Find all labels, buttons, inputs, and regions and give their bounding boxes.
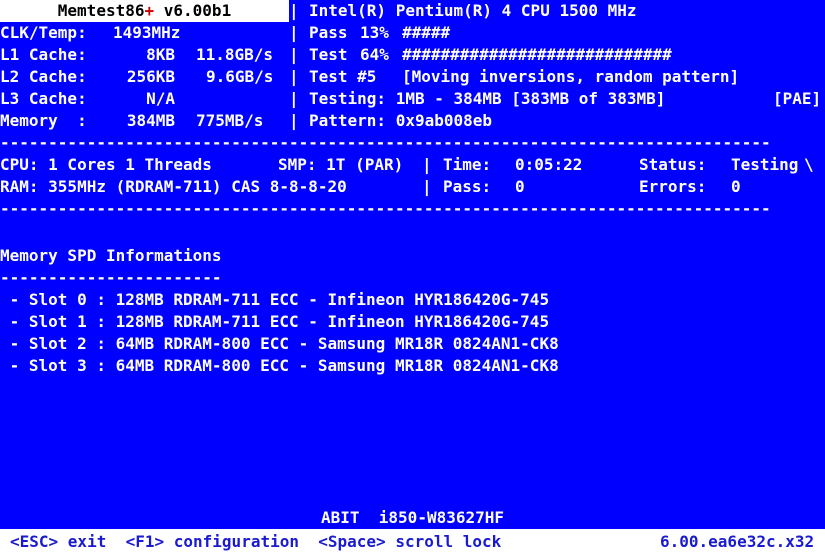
motherboard-info: ABIT i850-W83627HF bbox=[320, 508, 505, 527]
memory-label: Memory : bbox=[0, 111, 87, 130]
test-progress-label: Test bbox=[309, 45, 348, 64]
spd-slot-row: - Slot 3 : 64MB RDRAM-800 ECC - Samsung … bbox=[0, 356, 559, 375]
divider-bottom: ----------------------------------------… bbox=[0, 199, 771, 218]
elapsed-time-value: 0:05:22 bbox=[515, 155, 583, 174]
status-label: Status: bbox=[639, 155, 707, 174]
footer-bar: <ESC> exit <F1> configuration <Space> sc… bbox=[0, 529, 825, 557]
memtest-screen: Memtest86+ v6.00b1 | Intel(R) Pentium(R)… bbox=[0, 0, 825, 557]
row-separator-7: | bbox=[422, 155, 432, 174]
pass-count-value: 0 bbox=[515, 177, 525, 196]
spd-slot-row: - Slot 2 : 64MB RDRAM-800 ECC - Samsung … bbox=[0, 334, 559, 353]
spd-slot-row: - Slot 1 : 128MB RDRAM-711 ECC - Infineo… bbox=[0, 312, 550, 331]
l1-cache-rate: 11.8GB/s bbox=[196, 45, 274, 64]
memory-value: 384MB bbox=[126, 111, 175, 130]
l2-cache-rate: 9.6GB/s bbox=[206, 67, 274, 86]
cpu-cores-line: CPU: 1 Cores 1 Threads bbox=[0, 155, 212, 174]
row-separator-1: | bbox=[289, 23, 299, 42]
errors-count-value: 0 bbox=[731, 177, 741, 196]
pass-progress-percent: 13% bbox=[360, 23, 389, 42]
test-progress-bar: ############################ bbox=[402, 45, 672, 64]
clk-temp-value: 1493MHz bbox=[113, 23, 181, 42]
spd-heading: Memory SPD Informations bbox=[0, 246, 222, 265]
pass-count-label: Pass: bbox=[443, 177, 492, 196]
build-version: 6.00.ea6e32c.x32 bbox=[660, 532, 815, 551]
l2-cache-value: 256KB bbox=[126, 67, 175, 86]
test-pattern: Pattern: 0x9ab008eb bbox=[309, 111, 493, 130]
row-separator-4: | bbox=[289, 89, 299, 108]
divider-top: ----------------------------------------… bbox=[0, 133, 771, 152]
pass-progress-label: Pass bbox=[309, 23, 348, 42]
testing-range: Testing: 1MB - 384MB [383MB of 383MB] bbox=[309, 89, 666, 108]
pass-progress-bar: ##### bbox=[402, 23, 451, 42]
smp-info: SMP: 1T (PAR) bbox=[278, 155, 404, 174]
spd-heading-underline: ----------------------- bbox=[0, 268, 222, 287]
cpu-model: Intel(R) Pentium(R) 4 CPU 1500 MHz bbox=[309, 1, 637, 20]
l3-cache-label: L3 Cache: bbox=[0, 89, 87, 108]
current-test-name: [Moving inversions, random pattern] bbox=[402, 67, 740, 86]
row-separator-2: | bbox=[289, 45, 299, 64]
errors-count-label: Errors: bbox=[639, 177, 707, 196]
status-value: Testing bbox=[731, 155, 799, 174]
test-progress-percent: 64% bbox=[360, 45, 389, 64]
l1-cache-value: 8KB bbox=[146, 45, 175, 64]
row-separator-0: | bbox=[289, 1, 299, 20]
l3-cache-value: N/A bbox=[146, 89, 175, 108]
row-separator-3: | bbox=[289, 67, 299, 86]
memory-rate: 775MB/s bbox=[196, 111, 264, 130]
ram-info-line: RAM: 355MHz (RDRAM-711) CAS 8-8-8-20 bbox=[0, 177, 347, 196]
pae-flag: [PAE] bbox=[773, 89, 822, 108]
row-separator-5: | bbox=[289, 111, 299, 130]
clk-temp-label: CLK/Temp: bbox=[0, 23, 87, 42]
current-test-number: Test #5 bbox=[309, 67, 377, 86]
l1-cache-label: L1 Cache: bbox=[0, 45, 87, 64]
l2-cache-label: L2 Cache: bbox=[0, 67, 87, 86]
status-spinner-icon: \ bbox=[804, 155, 814, 174]
row-separator-8: | bbox=[422, 177, 432, 196]
elapsed-time-label: Time: bbox=[443, 155, 492, 174]
spd-slot-row: - Slot 0 : 128MB RDRAM-711 ECC - Infineo… bbox=[0, 290, 550, 309]
footer-key-hints[interactable]: <ESC> exit <F1> configuration <Space> sc… bbox=[10, 531, 501, 553]
